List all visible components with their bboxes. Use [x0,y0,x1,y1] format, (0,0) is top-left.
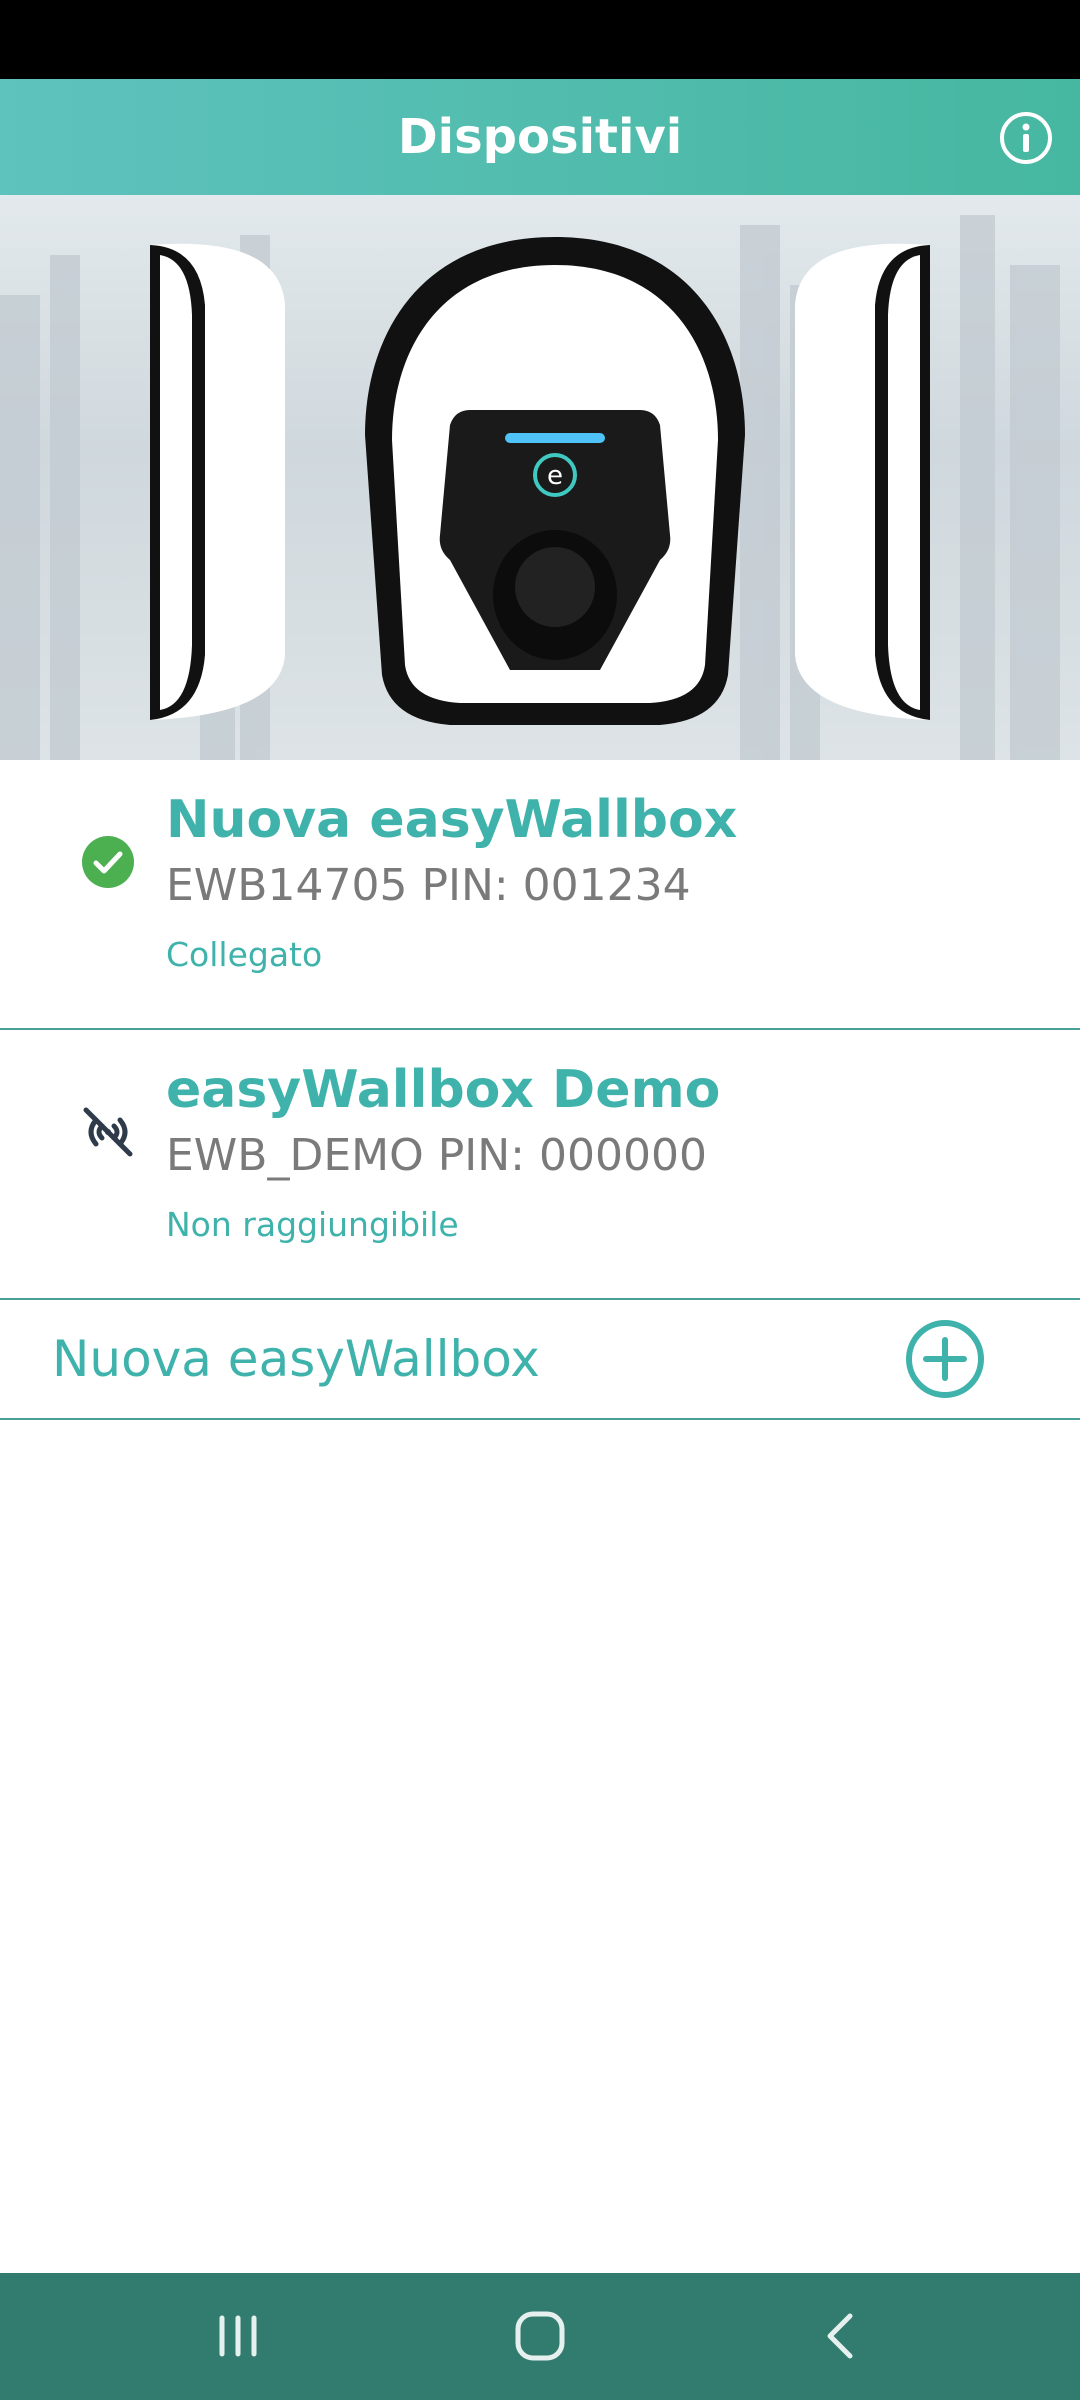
plus-circle-icon[interactable] [904,1318,986,1400]
home-icon[interactable] [510,2306,570,2366]
wifi-off-icon [80,1104,136,1160]
info-icon[interactable] [998,110,1054,166]
device-item[interactable]: Nuova easyWallbox EWB14705 PIN: 001234 C… [0,760,1080,1030]
add-device-row[interactable]: Nuova easyWallbox [0,1300,1080,1418]
back-icon[interactable] [812,2306,872,2366]
device-name: Nuova easyWallbox [166,790,738,850]
svg-text:e: e [547,461,563,491]
divider [0,1418,1080,1420]
status-bar [0,0,1080,79]
wallbox-left-image [150,243,285,720]
check-circle-icon [80,834,136,890]
system-nav-bar [0,2273,1080,2400]
add-device-label: Nuova easyWallbox [52,1330,540,1388]
device-identifier: EWB_DEMO PIN: 000000 [166,1130,707,1181]
device-status: Collegato [166,935,323,974]
wallbox-front-image: e [365,237,745,725]
recents-icon[interactable] [208,2306,268,2366]
device-status: Non raggiungibile [166,1205,459,1244]
hero-image-wallbox: e [0,195,1080,760]
device-name: easyWallbox Demo [166,1060,721,1120]
page-title: Dispositivi [397,109,683,165]
wallbox-right-image [795,243,930,720]
device-item[interactable]: easyWallbox Demo EWB_DEMO PIN: 000000 No… [0,1030,1080,1300]
app-header: Dispositivi [0,79,1080,195]
device-identifier: EWB14705 PIN: 001234 [166,860,691,911]
